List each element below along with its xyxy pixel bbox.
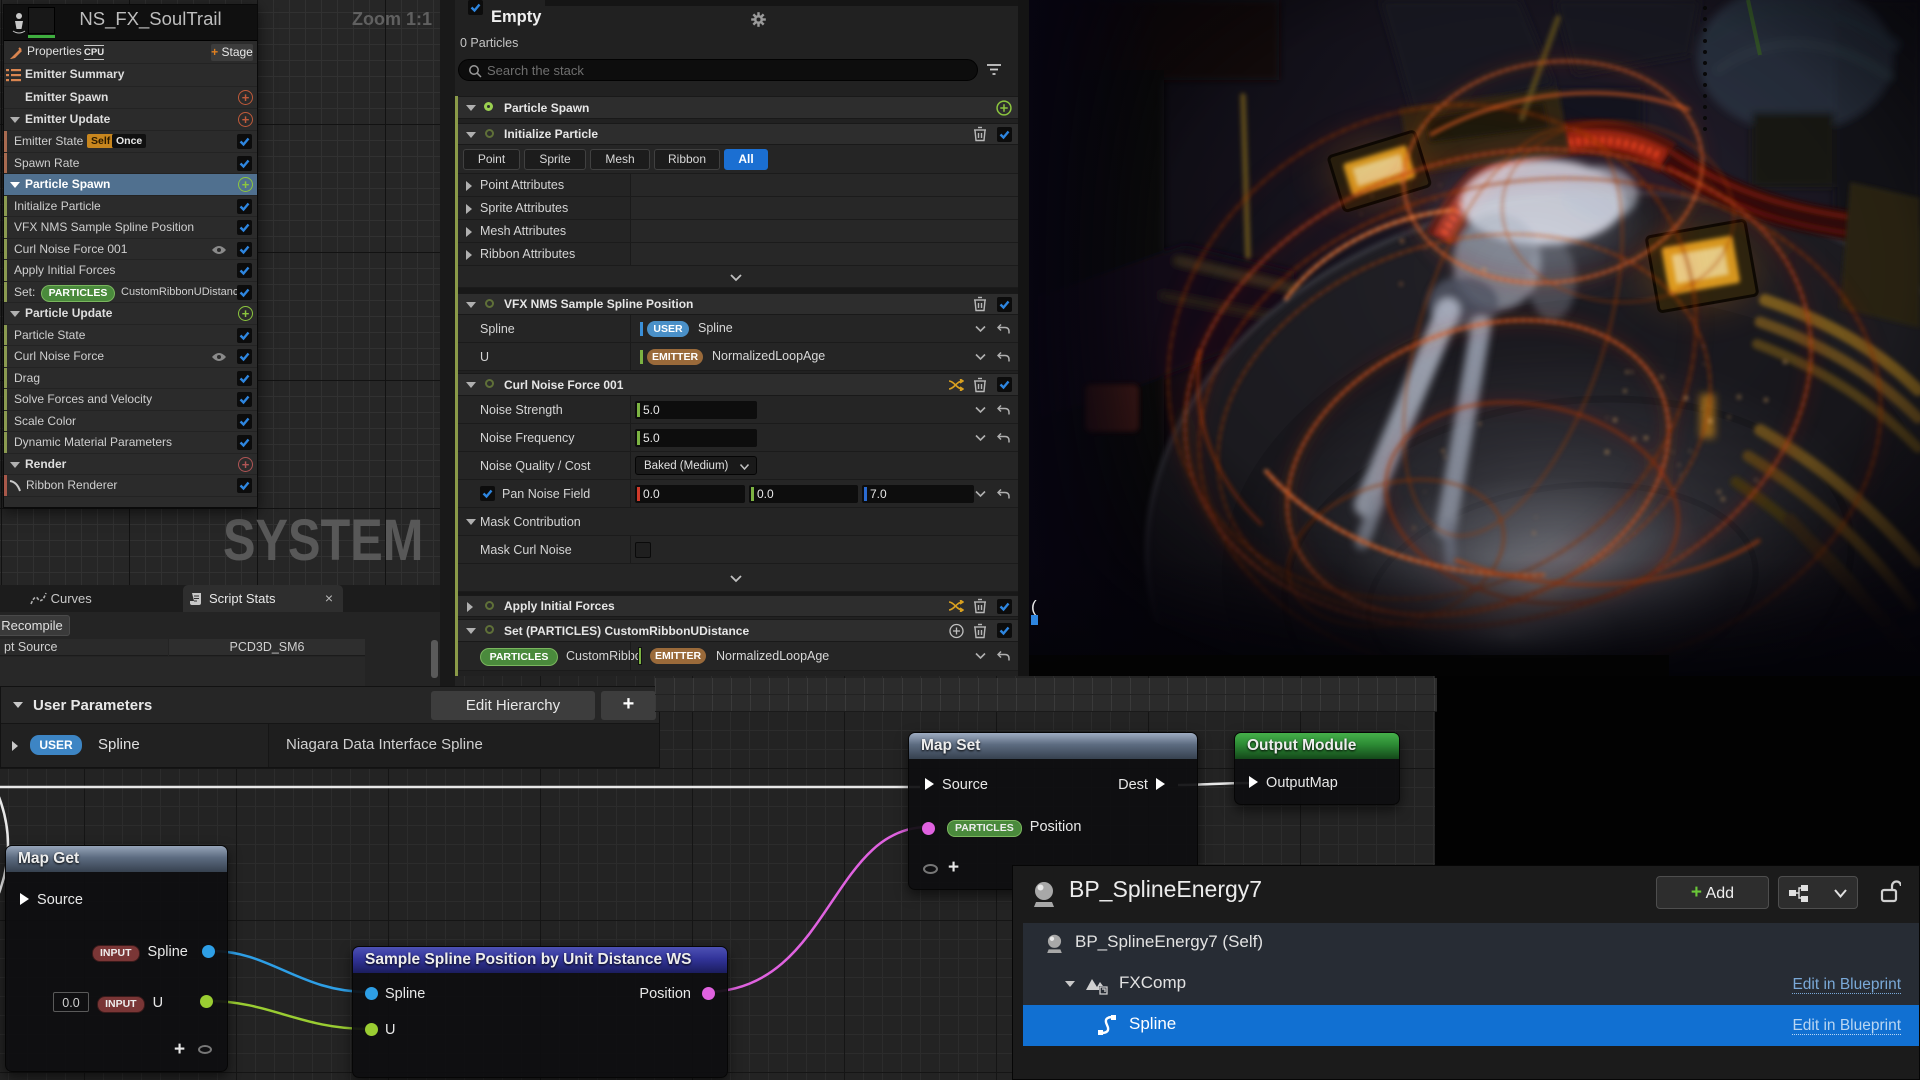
svg-text:(: ( — [1031, 597, 1037, 616]
